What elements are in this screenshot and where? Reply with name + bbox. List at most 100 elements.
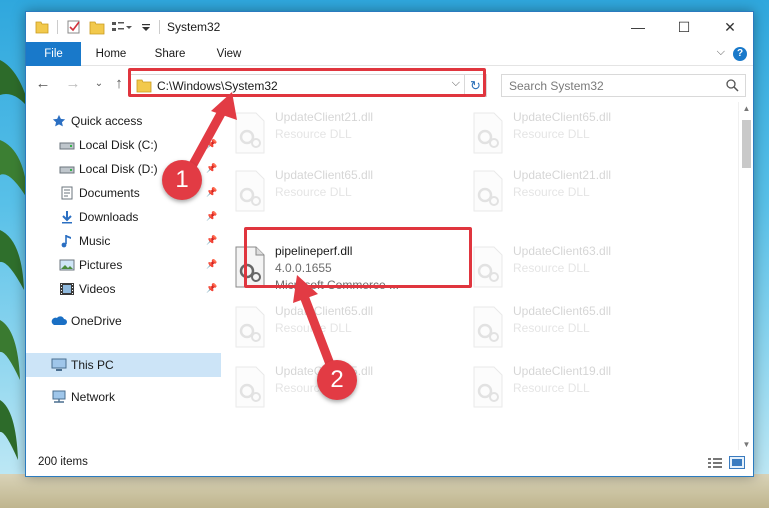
dll-file-icon xyxy=(473,112,503,154)
folder-icon xyxy=(35,21,49,34)
minimize-icon: — xyxy=(631,19,645,35)
address-bar-highlight xyxy=(128,68,486,97)
help-button[interactable]: ? xyxy=(733,47,747,61)
sidebar-item-quick-access[interactable]: Quick access xyxy=(26,109,221,133)
dll-file-icon xyxy=(473,306,503,348)
up-button[interactable]: ↑ xyxy=(110,75,128,93)
item-count: 200 items xyxy=(38,456,88,468)
file-name: UpdateClient21.dll xyxy=(275,110,374,124)
tab-file[interactable]: File xyxy=(26,42,81,66)
separator xyxy=(57,20,58,34)
title-bar: System32 — ☐ ✕ xyxy=(26,12,753,42)
sidebar-item-this-pc[interactable]: This PC xyxy=(26,353,221,377)
dll-file-icon xyxy=(235,366,265,408)
dll-file-icon xyxy=(473,366,503,408)
file-tile[interactable]: UpdateClient21.dll Resource DLL xyxy=(222,108,452,164)
navigation-pane: Quick access Local Disk (C:) 📌 Local Dis… xyxy=(26,102,221,452)
maximize-button[interactable]: ☐ xyxy=(661,12,707,42)
cloud-icon xyxy=(51,316,67,325)
file-tile[interactable]: UpdateClient65.dll Resource DLL xyxy=(460,108,690,164)
file-name: UpdateClient65.dll xyxy=(275,168,374,182)
close-button[interactable]: ✕ xyxy=(707,12,753,42)
window-title: System32 xyxy=(167,20,221,34)
desktop-sand xyxy=(0,474,769,508)
recent-locations-button[interactable]: ⌄ xyxy=(90,75,108,93)
dll-file-icon xyxy=(235,112,265,154)
sidebar-item-label: Documents xyxy=(79,186,140,200)
minimize-button[interactable]: — xyxy=(615,12,661,42)
file-type: Resource DLL xyxy=(513,127,590,141)
sidebar-item-label: Music xyxy=(79,234,111,248)
pin-icon[interactable]: 📌 xyxy=(206,283,217,294)
sidebar-item-pictures[interactable]: Pictures 📌 xyxy=(26,253,221,277)
pin-icon[interactable]: 📌 xyxy=(206,235,217,246)
dll-file-icon xyxy=(473,246,503,288)
file-name: UpdateClient65.dll xyxy=(513,110,612,124)
sidebar-item-videos[interactable]: Videos 📌 xyxy=(26,277,221,301)
expand-ribbon-icon[interactable]: ⌵ xyxy=(717,46,725,59)
tab-view[interactable]: View xyxy=(206,42,252,66)
tab-share[interactable]: Share xyxy=(147,42,193,66)
file-type: Resource DLL xyxy=(513,381,590,395)
new-folder-icon[interactable] xyxy=(89,19,105,35)
sidebar-item-label: Pictures xyxy=(79,258,123,272)
file-type: Resource DLL xyxy=(513,261,590,275)
file-name: UpdateClient21.dll xyxy=(513,168,612,182)
sidebar-item-label: This PC xyxy=(71,358,114,372)
drive-icon xyxy=(59,166,75,174)
sidebar-item-label: Quick access xyxy=(71,114,143,128)
step-1-badge: 1 xyxy=(162,160,202,200)
search-icon xyxy=(726,79,739,92)
ribbon-tabs: File Home Share View ⌵ ? xyxy=(26,42,753,66)
details-view-icon[interactable] xyxy=(707,456,723,469)
pin-icon[interactable]: 📌 xyxy=(206,163,217,174)
properties-icon[interactable] xyxy=(66,19,82,35)
music-icon xyxy=(61,235,71,248)
sidebar-item-label: Local Disk (D:) xyxy=(79,162,158,176)
file-type: Resource DLL xyxy=(275,127,352,141)
file-type: Resource DLL xyxy=(513,185,590,199)
network-icon xyxy=(52,390,66,403)
search-placeholder: Search System32 xyxy=(509,79,604,93)
sidebar-item-label: Local Disk (C:) xyxy=(79,138,158,152)
sidebar-item-onedrive[interactable]: OneDrive xyxy=(26,309,221,333)
documents-icon xyxy=(61,186,73,200)
file-tile[interactable]: UpdateClient65.dll Resource DLL xyxy=(222,302,452,358)
sidebar-item-music[interactable]: Music 📌 xyxy=(26,229,221,253)
scroll-thumb[interactable] xyxy=(742,120,751,168)
sidebar-item-downloads[interactable]: Downloads 📌 xyxy=(26,205,221,229)
file-type: Resource DLL xyxy=(513,321,590,335)
pin-icon[interactable]: 📌 xyxy=(206,211,217,222)
file-tile[interactable]: UpdateClient65.dll Resource DLL xyxy=(460,302,690,358)
file-name: UpdateClient19.dll xyxy=(513,364,612,378)
file-type: Resource DLL xyxy=(275,321,352,335)
file-tile[interactable]: UpdateClient21.dll Resource DLL xyxy=(460,166,690,222)
pictures-icon xyxy=(59,259,75,271)
file-tile[interactable]: UpdateClient65.dll Resource DLL xyxy=(222,166,452,222)
file-tile[interactable]: UpdateClient63.dll Resource DLL xyxy=(460,242,690,298)
download-icon xyxy=(62,211,72,224)
file-name: UpdateClient65.dll xyxy=(275,304,374,318)
star-icon xyxy=(52,114,66,127)
chevron-down-icon[interactable] xyxy=(141,19,151,35)
search-box[interactable]: Search System32 xyxy=(501,74,746,97)
drive-icon xyxy=(59,142,75,150)
customize-toolbar-icon[interactable] xyxy=(111,19,133,35)
file-name: UpdateClient63.dll xyxy=(513,244,612,258)
file-tile[interactable]: UpdateClient19.dll Resource DLL xyxy=(460,362,690,418)
tab-home[interactable]: Home xyxy=(88,42,134,66)
back-button[interactable]: ← xyxy=(34,75,52,93)
dll-file-icon xyxy=(235,306,265,348)
scroll-up-icon[interactable]: ▲ xyxy=(739,102,754,116)
status-bar: 200 items xyxy=(26,450,753,476)
file-name: UpdateClient65.dll xyxy=(513,304,612,318)
tiles-view-icon[interactable] xyxy=(729,456,745,469)
vertical-scrollbar[interactable]: ▲ ▼ xyxy=(738,102,753,452)
sidebar-item-local-disk-c[interactable]: Local Disk (C:) 📌 xyxy=(26,133,221,157)
sidebar-item-network[interactable]: Network xyxy=(26,385,221,409)
pin-icon[interactable]: 📌 xyxy=(206,139,217,150)
forward-button[interactable]: → xyxy=(64,75,82,93)
pin-icon[interactable]: 📌 xyxy=(206,187,217,198)
file-type: Resource DLL xyxy=(275,185,352,199)
pin-icon[interactable]: 📌 xyxy=(206,259,217,270)
